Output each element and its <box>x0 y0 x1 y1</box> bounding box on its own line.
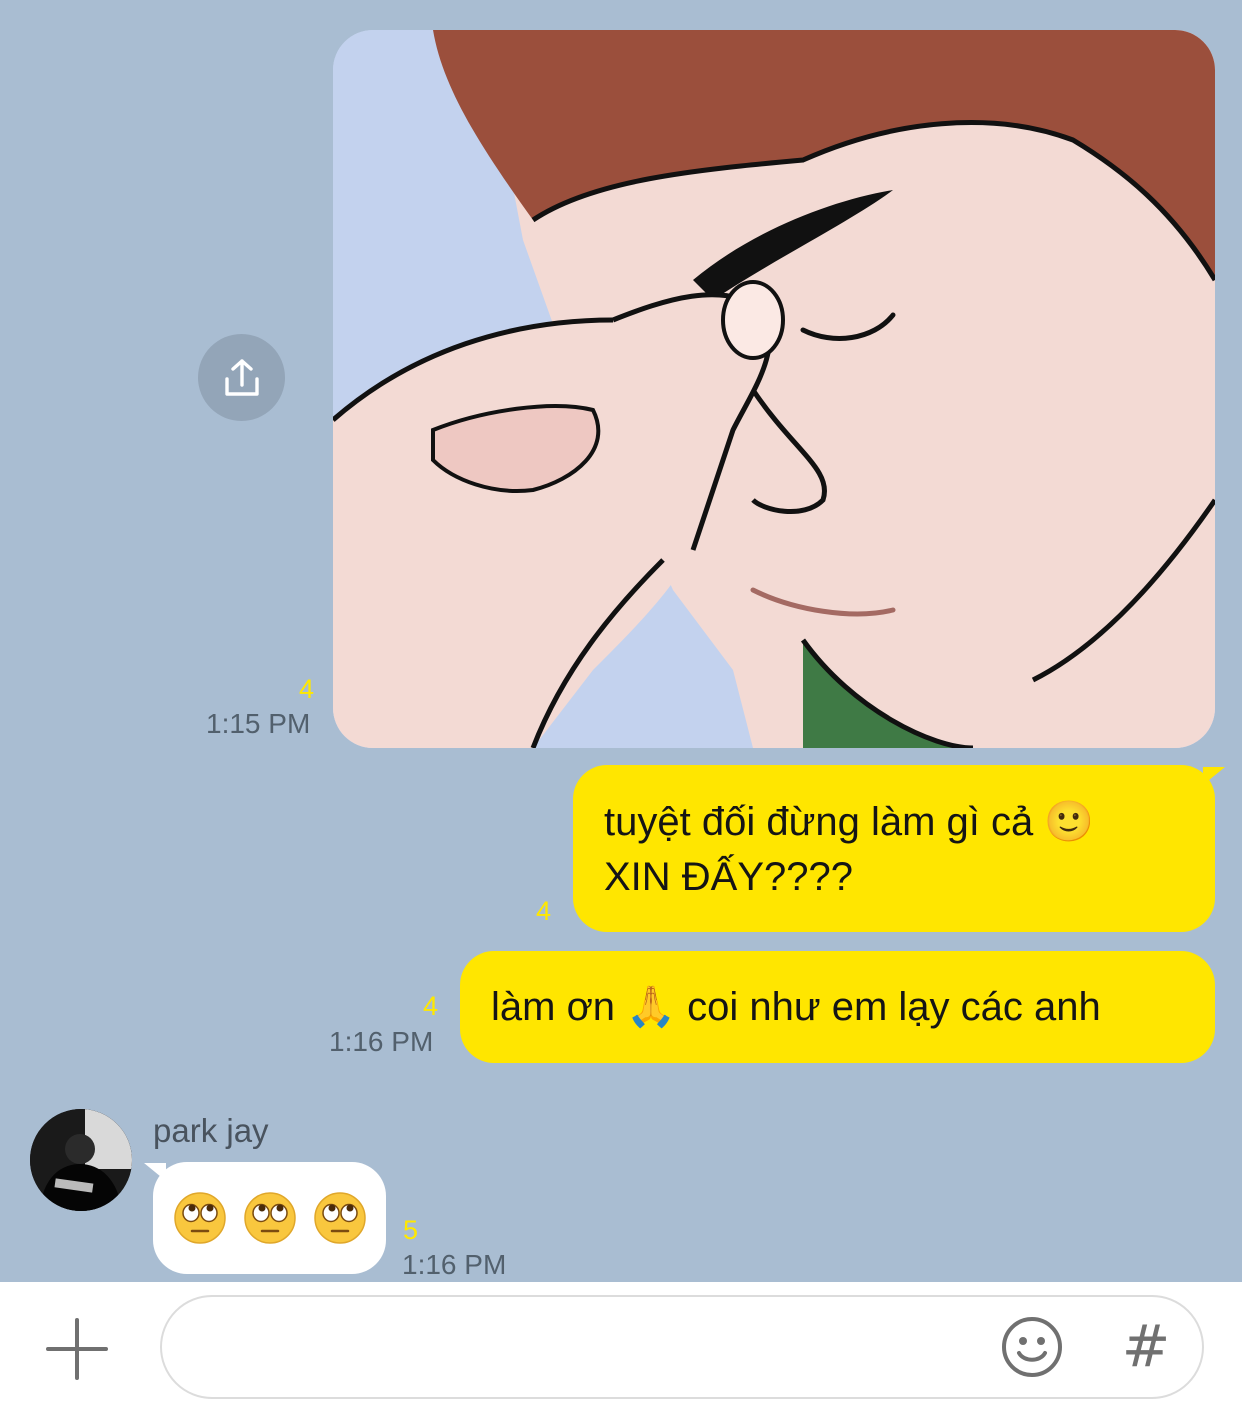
eye-roll-face-icon <box>243 1192 296 1244</box>
unread-count: 4 <box>299 674 315 704</box>
sender-name: park jay <box>153 1112 269 1149</box>
plus-button[interactable] <box>44 1316 110 1382</box>
message-text-line: XIN ĐẤY???? <box>604 855 854 899</box>
timestamp: 1:16 PM <box>402 1249 507 1280</box>
unread-count: 4 <box>536 896 552 926</box>
bubble-tail <box>1203 767 1225 785</box>
avatar-photo <box>30 1109 132 1211</box>
eye-roll-face-icon <box>313 1192 366 1244</box>
image-message[interactable] <box>333 30 1215 748</box>
unread-count: 5 <box>403 1215 419 1245</box>
chat-area: 4 1:15 PM tuyệt đối đừng làm gì cả 🙂 XIN… <box>0 0 1242 1282</box>
my-message-bubble[interactable]: tuyệt đối đừng làm gì cả 🙂 XIN ĐẤY???? <box>573 765 1215 932</box>
message-text: làm ơn 🙏 coi như em lạy các anh <box>491 985 1101 1029</box>
emoji-button[interactable] <box>1000 1315 1064 1379</box>
facepalm-illustration <box>333 30 1215 748</box>
share-icon <box>224 358 259 396</box>
message-text-line: tuyệt đối đừng làm gì cả 🙂 <box>604 800 1095 844</box>
plus-icon <box>46 1318 108 1380</box>
eye-roll-face-icon <box>173 1192 226 1244</box>
smiley-icon <box>1002 1317 1062 1377</box>
timestamp: 1:16 PM <box>329 1026 434 1057</box>
avatar[interactable] <box>30 1109 132 1211</box>
unread-count: 4 <box>423 991 439 1021</box>
timestamp: 1:15 PM <box>206 708 311 739</box>
share-button[interactable] <box>198 334 285 421</box>
hashtag-icon: # <box>1121 1312 1171 1380</box>
hashtag-button[interactable]: # <box>1118 1311 1174 1381</box>
my-message-bubble[interactable]: làm ơn 🙏 coi như em lạy các anh <box>460 951 1215 1063</box>
their-message-bubble[interactable] <box>153 1162 386 1274</box>
